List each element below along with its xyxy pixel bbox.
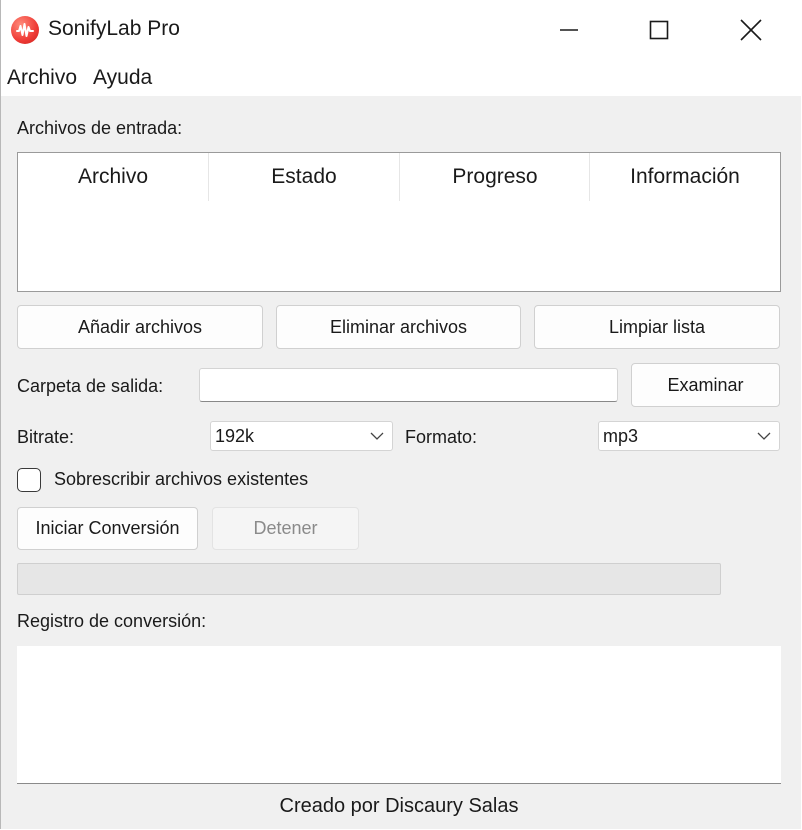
conversion-log[interactable]: [17, 646, 781, 784]
browse-button[interactable]: Examinar: [631, 363, 780, 407]
footer-credit: Creado por Discaury Salas: [279, 795, 519, 817]
menu-bar: Archivo Ayuda: [1, 60, 801, 96]
add-files-button[interactable]: Añadir archivos: [17, 305, 263, 349]
bitrate-select[interactable]: 192k: [210, 421, 393, 451]
format-select[interactable]: mp3: [598, 421, 780, 451]
input-files-label: Archivos de entrada:: [17, 118, 183, 138]
clear-list-button[interactable]: Limpiar lista: [534, 305, 780, 349]
overwrite-checkbox[interactable]: [17, 468, 41, 492]
close-icon: [740, 19, 762, 41]
main-panel: Archivos de entrada: Archivo Estado Prog…: [1, 96, 801, 829]
app-window: SonifyLab Pro Archivo Ayuda Archivos de …: [0, 0, 801, 829]
title-bar: SonifyLab Pro: [1, 0, 801, 60]
maximize-button[interactable]: [613, 0, 705, 60]
column-header-progreso[interactable]: Progreso: [400, 153, 590, 201]
output-folder-label: Carpeta de salida:: [17, 376, 164, 396]
overwrite-label[interactable]: Sobrescribir archivos existentes: [54, 469, 308, 490]
bitrate-value: 192k: [215, 425, 255, 446]
chevron-down-icon: [370, 432, 384, 440]
column-header-informacion[interactable]: Información: [590, 153, 780, 201]
format-value: mp3: [603, 425, 639, 446]
bitrate-label: Bitrate:: [17, 427, 75, 447]
column-header-estado[interactable]: Estado: [209, 153, 399, 201]
menu-ayuda[interactable]: Ayuda: [93, 66, 152, 90]
column-header-archivo[interactable]: Archivo: [18, 153, 208, 201]
chevron-down-icon: [757, 432, 771, 440]
output-folder-input[interactable]: [199, 368, 618, 402]
file-table[interactable]: Archivo Estado Progreso Información: [17, 152, 781, 292]
conversion-log-label: Registro de conversión:: [17, 611, 207, 631]
remove-files-button[interactable]: Eliminar archivos: [276, 305, 521, 349]
stop-button[interactable]: Detener: [212, 507, 359, 550]
minimize-icon: [560, 29, 578, 31]
minimize-button[interactable]: [523, 0, 615, 60]
music-wave-icon: [11, 16, 39, 44]
start-conversion-button[interactable]: Iniciar Conversión: [17, 507, 198, 550]
window-title: SonifyLab Pro: [48, 17, 180, 40]
format-label: Formato:: [405, 427, 478, 447]
menu-archivo[interactable]: Archivo: [7, 66, 77, 90]
conversion-progress-bar: [17, 563, 721, 595]
maximize-icon: [649, 20, 669, 40]
close-button[interactable]: [705, 0, 797, 60]
